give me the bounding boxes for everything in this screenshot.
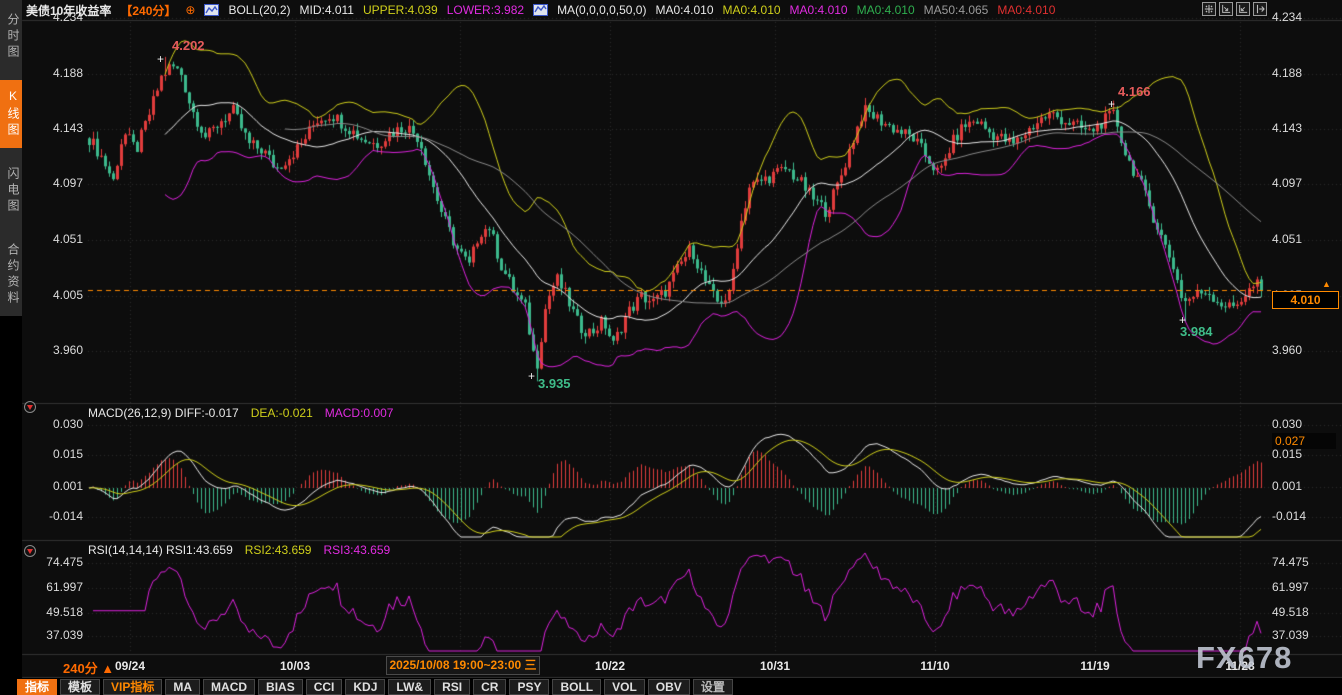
toolbar-item-lw[interactable]: LW& [388, 679, 431, 695]
ma-value-6: MA0:4.010 [997, 3, 1055, 17]
rsi1-readout: RSI(14,14,14) RSI1:43.659 [88, 543, 233, 557]
time-tick-label: 09/24 [90, 659, 170, 673]
macd-tick-label: 0.015 [1272, 447, 1336, 461]
toolbar-item-rsi[interactable]: RSI [434, 679, 470, 695]
panel-handle-arrow-icon [27, 405, 33, 410]
panel-handle-arrow-icon [27, 549, 33, 554]
rsi-tick-label: 49.518 [26, 605, 83, 619]
period-label[interactable]: 【240分】 [120, 2, 176, 19]
macd-tick-label: -0.014 [26, 509, 83, 523]
price-tick-label: 4.051 [1272, 232, 1336, 246]
macd-tick-label: 0.030 [26, 417, 83, 431]
ma-value-3: MA0:4.010 [790, 3, 848, 17]
toolbar-item-psy[interactable]: PSY [509, 679, 549, 695]
price-tick-label: 4.097 [1272, 176, 1336, 190]
price-arrow-icon: ▲ [1322, 279, 1331, 289]
toolbar-item-kdj[interactable]: KDJ [345, 679, 385, 695]
time-tick-label: 10/03 [255, 659, 335, 673]
trading-app: 分时图 K线图 闪电图 合约资料 美债10年收益率 【240分】 ⊕ BOLL(… [0, 0, 1342, 695]
price-tick-label: 4.005 [26, 288, 83, 302]
macd-dea-readout: DEA:-0.021 [251, 406, 313, 420]
chart-canvas[interactable] [0, 0, 1342, 695]
macd-tick-label: 0.001 [26, 479, 83, 493]
toolbar-item-ma[interactable]: MA [165, 679, 200, 695]
high-annotation-1: 4.202 [172, 38, 205, 53]
symbol-title: 美债10年收益率 [26, 2, 111, 19]
price-tick-label: 3.960 [26, 343, 83, 357]
indicator-toolbar: 指标 模板 VIP指标 MA MACD BIAS CCI KDJ LW& RSI… [0, 678, 1342, 695]
toolbar-item-indicator[interactable]: 指标 [17, 679, 57, 695]
fx678-watermark: FX678 [1196, 640, 1292, 676]
time-tick-label: 11/19 [1055, 659, 1135, 673]
sidebar-tabs: 分时图 K线图 闪电图 合约资料 [0, 0, 22, 316]
macd-tick-label: -0.014 [1272, 509, 1336, 523]
rsi-tick-label: 74.475 [1272, 555, 1336, 569]
ma-value-2: MA0:4.010 [723, 3, 781, 17]
toolbar-item-obv[interactable]: OBV [648, 679, 690, 695]
rsi-panel-label: RSI(14,14,14) RSI1:43.659 RSI2:43.659 RS… [88, 543, 390, 557]
toolbar-item-bias[interactable]: BIAS [258, 679, 303, 695]
rsi-tick-label: 37.039 [26, 628, 83, 642]
price-tick-label: 4.097 [26, 176, 83, 190]
ma-name: MA(0,0,0,0,50,0) [557, 3, 646, 17]
toolbar-item-vol[interactable]: VOL [604, 679, 645, 695]
macd-tick-label: 0.015 [26, 447, 83, 461]
boll-upper-value: UPPER:4.039 [363, 3, 438, 17]
macd-diff-readout: MACD(26,12,9) DIFF:-0.017 [88, 406, 239, 420]
macd-tick-label: 0.030 [1272, 417, 1336, 431]
toolbar-item-cci[interactable]: CCI [306, 679, 343, 695]
boll-mid-value: MID:4.011 [300, 3, 354, 17]
rsi-tick-label: 49.518 [1272, 605, 1336, 619]
toolbar-item-template[interactable]: 模板 [60, 679, 100, 695]
low-annotation-1: 3.935 [538, 376, 571, 391]
rsi2-readout: RSI2:43.659 [245, 543, 312, 557]
price-tick-label: 4.143 [1272, 121, 1336, 135]
toolbar-item-cr[interactable]: CR [473, 679, 506, 695]
macd-tick-label: 0.001 [1272, 479, 1336, 493]
chart-header: 美债10年收益率 【240分】 ⊕ BOLL(20,2) MID:4.011 U… [26, 0, 1342, 20]
toolbar-item-settings[interactable]: 设置 [693, 679, 733, 695]
low-marker-1: + [528, 369, 535, 383]
macd-value-readout: MACD:0.007 [325, 406, 394, 420]
macd-panel-handle[interactable] [24, 401, 36, 413]
ma-value-4: MA0:4.010 [857, 3, 915, 17]
macd-value-badge: 0.027 [1272, 433, 1336, 449]
rsi-tick-label: 61.997 [26, 580, 83, 594]
current-price-badge: 4.010 [1272, 291, 1339, 309]
toolbar-item-boll[interactable]: BOLL [552, 679, 601, 695]
ma50-value: MA50:4.065 [924, 3, 989, 17]
time-tick-label: 11/10 [895, 659, 975, 673]
rsi-tick-label: 61.997 [1272, 580, 1336, 594]
toolbar-item-macd[interactable]: MACD [203, 679, 255, 695]
sidebar-item-contract-info[interactable]: 合约资料 [0, 234, 22, 316]
time-tick-label: 10/22 [570, 659, 650, 673]
price-tick-label: 3.960 [1272, 343, 1336, 357]
time-axis: 240分 ▲ 2025/10/08 19:00~23:00 三 [22, 655, 1342, 677]
high-marker-1: + [157, 52, 164, 66]
zoom-circle-icon[interactable]: ⊕ [185, 3, 195, 17]
ma-indicator-icon [533, 4, 548, 16]
sidebar-item-lightning-chart[interactable]: 闪电图 [0, 158, 22, 224]
price-tick-label: 4.188 [1272, 66, 1336, 80]
low-marker-2: + [1179, 313, 1186, 327]
boll-name: BOLL(20,2) [228, 3, 290, 17]
ma-value-1: MA0:4.010 [655, 3, 713, 17]
rsi-panel-handle[interactable] [24, 545, 36, 557]
rsi-tick-label: 74.475 [26, 555, 83, 569]
boll-lower-value: LOWER:3.982 [447, 3, 524, 17]
high-annotation-2: 4.166 [1118, 84, 1151, 99]
toolbar-item-vip-indicator[interactable]: VIP指标 [103, 679, 162, 695]
time-tick-label: 10/31 [735, 659, 815, 673]
sidebar: 分时图 K线图 闪电图 合约资料 [0, 0, 22, 695]
price-tick-label: 4.188 [26, 66, 83, 80]
high-marker-2: + [1108, 97, 1115, 111]
macd-panel-label: MACD(26,12,9) DIFF:-0.017 DEA:-0.021 MAC… [88, 406, 393, 420]
selected-bar-datetime: 2025/10/08 19:00~23:00 三 [386, 656, 540, 675]
price-tick-label: 4.143 [26, 121, 83, 135]
price-tick-label: 4.051 [26, 232, 83, 246]
sidebar-item-time-chart[interactable]: 分时图 [0, 4, 22, 70]
sidebar-item-kline-chart[interactable]: K线图 [0, 80, 22, 148]
rsi3-readout: RSI3:43.659 [323, 543, 390, 557]
boll-indicator-icon [204, 4, 219, 16]
